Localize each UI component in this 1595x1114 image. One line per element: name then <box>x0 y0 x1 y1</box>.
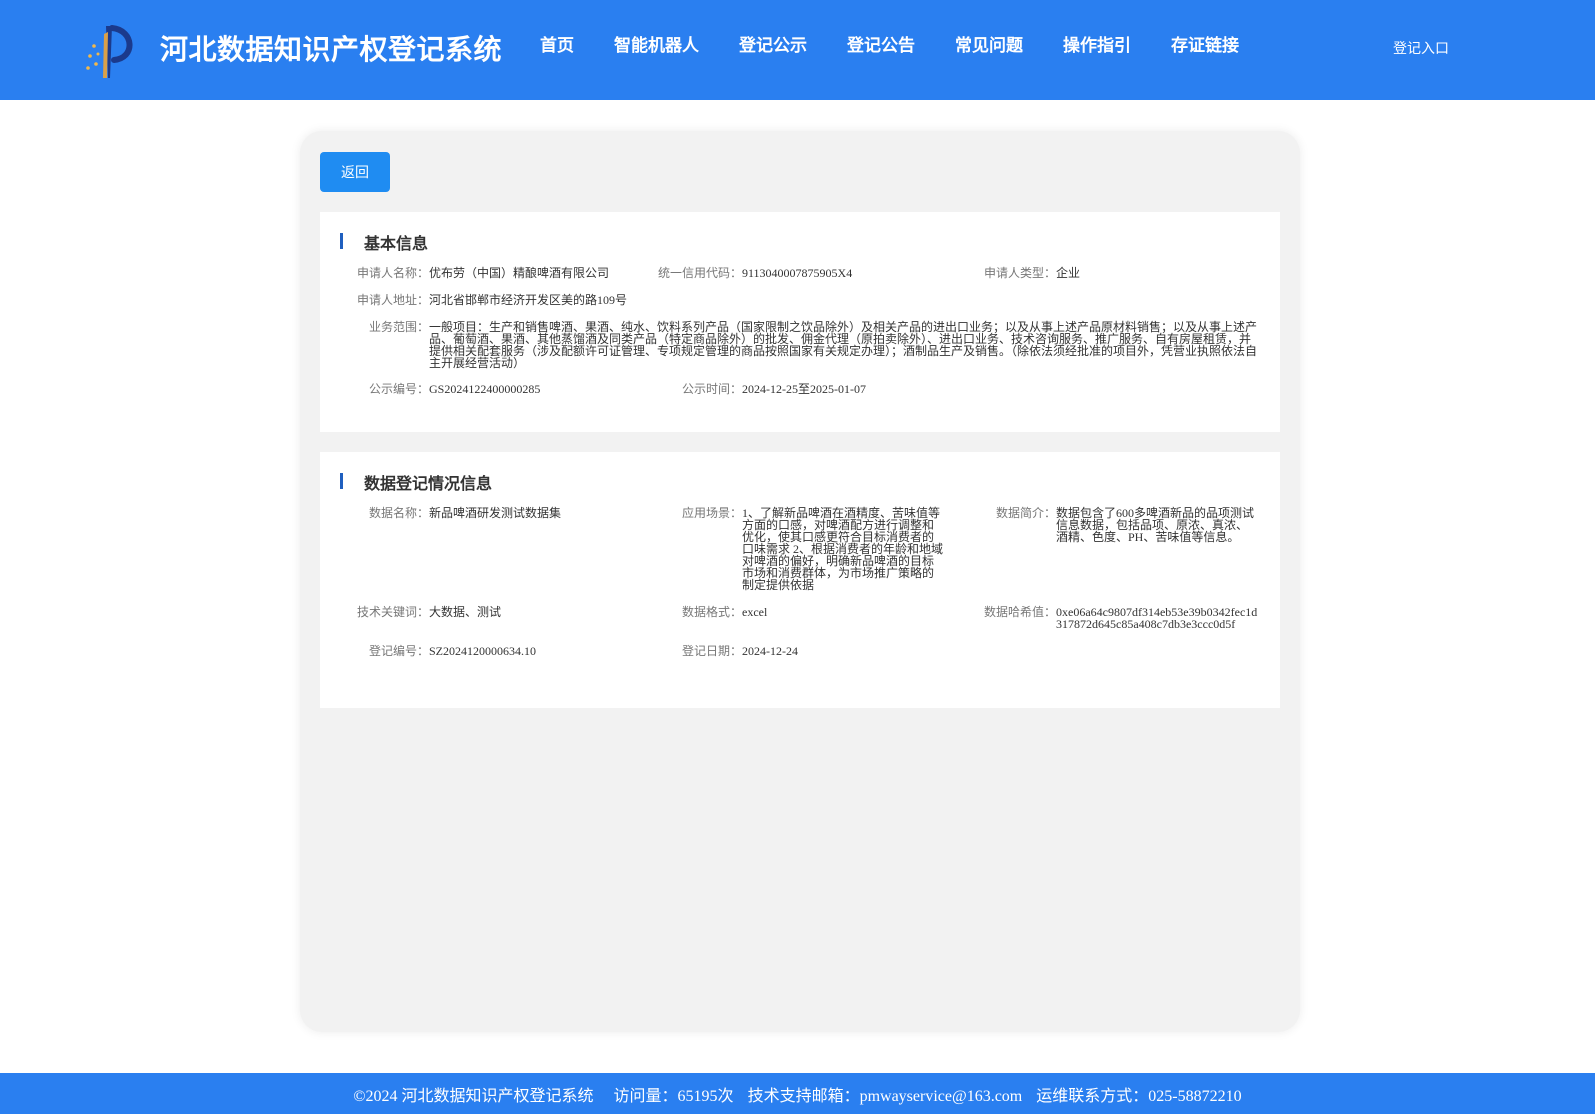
footer-phone: 运维联系方式：025-58872210 <box>1036 1087 1242 1105</box>
section-title: 数据登记情况信息 <box>340 470 492 494</box>
section-title-text: 基本信息 <box>364 234 429 253</box>
field-label: 数据哈希值： <box>983 605 1056 619</box>
footer-email: 技术支持邮箱：pmwayservice@163.com <box>747 1087 1023 1105</box>
detail-panel: 返回 基本信息 申请人名称： 优布劳（中国）精酿啤酒有限公司 统一信用代码： 9… <box>300 131 1300 1032</box>
field-value: SZ2024120000634.10 <box>429 644 537 658</box>
nav-guide[interactable]: 操作指引 <box>1063 34 1131 58</box>
applicant-type-field: 申请人类型： 企业 <box>984 266 1081 280</box>
site-logo-icon[interactable] <box>82 24 136 80</box>
field-label: 数据名称： <box>368 506 429 520</box>
application-scenario-field: 应用场景： 1、了解新品啤酒在酒精度、苦味值等方面的口感，对啤酒配方进行调整和优… <box>682 506 944 592</box>
main-nav: 首页 智能机器人 登记公示 登记公告 常见问题 操作指引 存证链接 <box>540 34 1279 58</box>
field-value: 2024-12-25至2025-01-07 <box>742 382 866 396</box>
field-value: 河北省邯郸市经济开发区美的路109号 <box>429 293 628 307</box>
field-label: 数据简介： <box>995 506 1056 520</box>
field-label: 申请人名称： <box>356 266 429 280</box>
field-value: GS2024122400000285 <box>429 382 541 396</box>
field-value: 2024-12-24 <box>742 644 798 658</box>
back-button[interactable]: 返回 <box>320 152 390 192</box>
nav-registration-announcement[interactable]: 登记公告 <box>847 34 915 58</box>
field-value: 大数据、测试 <box>429 605 502 619</box>
footer-copyright: ©2024 河北数据知识产权登记系统 <box>353 1087 594 1105</box>
section-title-text: 数据登记情况信息 <box>364 474 493 493</box>
top-header: 河北数据知识产权登记系统 首页 智能机器人 登记公示 登记公告 常见问题 操作指… <box>0 0 1595 100</box>
nav-evidence-link[interactable]: 存证链接 <box>1171 34 1239 58</box>
registration-number-field: 登记编号： SZ2024120000634.10 <box>369 644 537 658</box>
field-value: 新品啤酒研发测试数据集 <box>429 506 562 520</box>
publicity-number-field: 公示编号： GS2024122400000285 <box>369 382 541 396</box>
publicity-time-field: 公示时间： 2024-12-25至2025-01-07 <box>682 382 866 396</box>
footer-visits: 访问量：65195次 <box>613 1087 734 1105</box>
field-label: 数据格式： <box>681 605 742 619</box>
tech-keywords-field: 技术关键词： 大数据、测试 <box>357 605 502 619</box>
field-value: 0xe06a64c9807df314eb53e39b0342fec1d31787… <box>1056 605 1258 631</box>
field-label: 申请人类型： <box>983 266 1056 280</box>
data-hash-field: 数据哈希值： 0xe06a64c9807df314eb53e39b0342fec… <box>984 605 1258 631</box>
field-value: 一般项目：生产和销售啤酒、果酒、纯水、饮料系列产品（国家限制之饮品除外）及相关产… <box>429 320 1258 370</box>
page-footer: ©2024 河北数据知识产权登记系统 访问量：65195次 技术支持邮箱：pmw… <box>0 1073 1595 1114</box>
address-field: 申请人地址： 河北省邯郸市经济开发区美的路109号 <box>357 293 628 307</box>
data-format-field: 数据格式： excel <box>682 605 768 619</box>
field-value: 优布劳（中国）精酿啤酒有限公司 <box>429 266 610 280</box>
field-value: 企业 <box>1056 266 1081 280</box>
applicant-name-field: 申请人名称： 优布劳（中国）精酿啤酒有限公司 <box>357 266 610 280</box>
nav-home[interactable]: 首页 <box>540 34 574 58</box>
field-label: 应用场景： <box>681 506 742 520</box>
section-marker <box>340 473 343 489</box>
field-label: 登记编号： <box>368 644 429 658</box>
data-intro-field: 数据简介： 数据包含了600多啤酒新品的品项测试信息数据，包括品项、原浓、真浓、… <box>996 506 1258 544</box>
credit-code-field: 统一信用代码： 9113040007875905X4 <box>658 266 853 280</box>
login-link[interactable]: 登记入口 <box>1393 38 1449 58</box>
section-title: 基本信息 <box>340 230 428 254</box>
field-label: 申请人地址： <box>356 293 429 307</box>
registration-info-card: 数据登记情况信息 数据名称： 新品啤酒研发测试数据集 应用场景： 1、了解新品啤… <box>320 452 1280 708</box>
nav-registration-publicity[interactable]: 登记公示 <box>739 34 807 58</box>
field-label: 技术关键词： <box>356 605 429 619</box>
nav-faq[interactable]: 常见问题 <box>955 34 1023 58</box>
business-scope-field: 业务范围： 一般项目：生产和销售啤酒、果酒、纯水、饮料系列产品（国家限制之饮品除… <box>369 320 1259 370</box>
section-marker <box>340 233 343 249</box>
field-label: 登记日期： <box>681 644 742 658</box>
basic-info-card: 基本信息 申请人名称： 优布劳（中国）精酿啤酒有限公司 统一信用代码： 9113… <box>320 212 1280 432</box>
registration-date-field: 登记日期： 2024-12-24 <box>682 644 798 658</box>
data-name-field: 数据名称： 新品啤酒研发测试数据集 <box>369 506 562 520</box>
field-label: 公示编号： <box>368 382 429 396</box>
field-value: 9113040007875905X4 <box>742 266 853 280</box>
field-value: excel <box>742 605 768 619</box>
field-label: 公示时间： <box>681 382 742 396</box>
nav-smart-robot[interactable]: 智能机器人 <box>614 34 699 58</box>
field-label: 统一信用代码： <box>657 266 742 280</box>
field-label: 业务范围： <box>368 320 429 334</box>
field-value: 数据包含了600多啤酒新品的品项测试信息数据，包括品项、原浓、真浓、酒精、色度、… <box>1056 506 1255 544</box>
field-value: 1、了解新品啤酒在酒精度、苦味值等方面的口感，对啤酒配方进行调整和优化，使其口感… <box>742 506 944 592</box>
site-title: 河北数据知识产权登记系统 <box>160 33 503 66</box>
